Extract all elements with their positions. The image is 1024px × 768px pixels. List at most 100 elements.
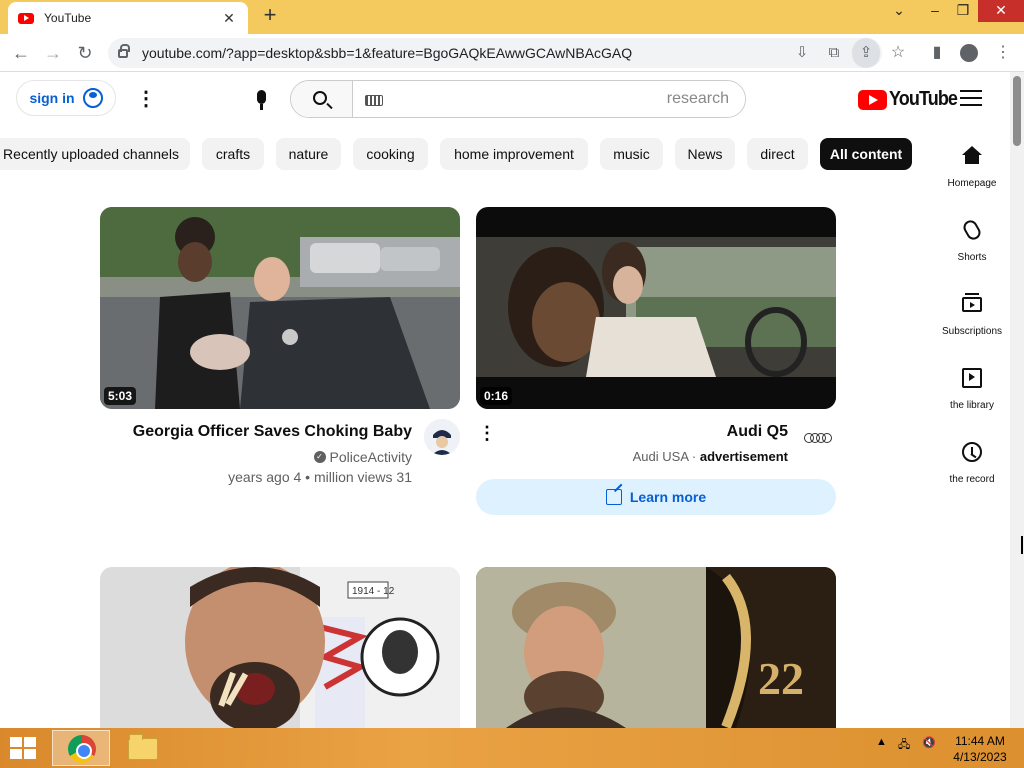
address-bar-row: ← → ↻ youtube.com/?app=desktop&sbb=1&fea… <box>0 34 1024 72</box>
external-link-icon <box>605 489 622 505</box>
restore-button[interactable]: ❐ <box>950 0 976 22</box>
clock-date: 4/13/2023 <box>953 750 1007 764</box>
side-panel-icon[interactable]: ▮ <box>924 40 950 66</box>
taskbar-chrome[interactable] <box>52 730 110 766</box>
share-icon[interactable]: ⇪ <box>852 38 880 68</box>
windows-start-icon[interactable] <box>10 737 38 761</box>
guide-item-subscriptions[interactable]: Subscriptions <box>930 278 1014 348</box>
video-card[interactable]: 5:03 Georgia Officer Saves Choking Baby … <box>100 207 460 507</box>
video-card[interactable]: 1914 - 12 <box>100 567 460 728</box>
chip-all-content[interactable]: All content <box>820 138 912 170</box>
poster-text: 1914 - 12 <box>352 586 395 597</box>
car-ad-image <box>476 207 836 409</box>
search-input[interactable] <box>353 81 745 117</box>
learn-more-button[interactable]: Learn more <box>476 479 836 515</box>
volume-muted-icon[interactable]: 🔇 <box>922 736 936 749</box>
taskbar-file-explorer[interactable] <box>114 730 172 766</box>
search-button[interactable] <box>291 81 353 117</box>
chip-recently-uploaded[interactable]: Recently uploaded channels <box>0 138 190 170</box>
tray-expand-icon[interactable]: ▲ <box>876 736 887 748</box>
tab-search-chevron-icon[interactable]: ⌄ <box>886 0 912 22</box>
guide-menu-icon[interactable] <box>960 90 982 108</box>
network-icon[interactable]: 🖧 <box>898 736 910 755</box>
youtube-logo[interactable]: YouTube <box>858 88 965 111</box>
ad-title[interactable]: Audi Q5 <box>727 423 788 441</box>
chip-direct[interactable]: direct <box>747 138 808 170</box>
library-icon <box>962 368 982 388</box>
chip-home-improvement[interactable]: home improvement <box>440 138 588 170</box>
ad-thumbnail[interactable]: 0:16 <box>476 207 836 409</box>
video-card[interactable]: 22 <box>476 567 836 728</box>
chip-news[interactable]: News <box>675 138 735 170</box>
video-title[interactable]: Georgia Officer Saves Choking Baby <box>133 423 412 441</box>
sign-in-button[interactable]: sign in <box>16 80 116 116</box>
ad-more-icon[interactable]: ⋮ <box>478 421 496 445</box>
profile-icon[interactable] <box>956 40 982 66</box>
text-cursor-icon <box>1021 536 1023 554</box>
youtube-header: sign in ⋮ YouTube <box>0 72 1010 128</box>
guide-item-library[interactable]: the library <box>930 352 1014 422</box>
chip-music[interactable]: music <box>600 138 663 170</box>
page-scrollbar[interactable] <box>1010 72 1024 728</box>
minimize-button[interactable]: – <box>922 0 948 22</box>
keyboard-icon[interactable] <box>365 95 383 106</box>
close-window-button[interactable]: ✕ <box>978 0 1024 22</box>
install-app-icon[interactable]: ⇩ <box>788 38 816 68</box>
video-thumbnail[interactable]: 5:03 <box>100 207 460 409</box>
tab-close-icon[interactable]: ✕ <box>220 10 238 27</box>
episode-number: 22 <box>758 653 804 704</box>
omnibox[interactable]: youtube.com/?app=desktop&sbb=1&feature=B… <box>108 38 882 68</box>
account-circle-icon <box>82 88 103 108</box>
back-button[interactable]: ← <box>8 40 34 66</box>
shorts-icon <box>960 217 984 243</box>
settings-more-icon[interactable]: ⋮ <box>136 86 156 112</box>
guide-item-home[interactable]: Homepage <box>930 130 1014 200</box>
ad-duration: 0:16 <box>480 387 513 405</box>
home-icon <box>962 146 982 166</box>
translate-icon[interactable]: ⧉ <box>820 38 848 68</box>
url-text[interactable]: youtube.com/?app=desktop&sbb=1&feature=B… <box>142 45 632 61</box>
tab-title: YouTube <box>44 11 92 25</box>
browser-menu-icon[interactable]: ⋮ <box>990 40 1016 66</box>
channel-name[interactable]: PoliceActivity <box>330 449 412 465</box>
video-thumbnail[interactable]: 22 <box>476 567 836 728</box>
verified-badge-icon: ✓ <box>313 451 326 463</box>
guide-label: Shorts <box>957 252 987 263</box>
channel-avatar[interactable] <box>424 419 460 455</box>
ad-card[interactable]: 0:16 ⋮ Audi Q5 Audi USA · advertisement … <box>476 207 836 517</box>
scrollbar-thumb[interactable] <box>1013 76 1021 146</box>
ad-tag: advertisement <box>699 449 788 464</box>
reload-button[interactable]: ↻ <box>72 40 98 66</box>
ad-advertiser-line: Audi USA · advertisement <box>632 449 788 464</box>
guide-label: Homepage <box>947 178 997 189</box>
taskbar-clock[interactable]: 11:44 AM 4/13/2023 <box>944 733 1016 765</box>
guide-label: Subscriptions <box>941 326 1003 337</box>
youtube-favicon-icon <box>18 12 34 24</box>
voice-search-mic-icon[interactable] <box>250 84 272 114</box>
lock-icon[interactable] <box>118 43 130 58</box>
video-meta: years ago 4 • million views 31 <box>228 469 412 485</box>
series-thumbnail-image: 22 <box>476 567 836 728</box>
guide-item-history[interactable]: the record <box>930 426 1014 496</box>
learn-more-label: Learn more <box>629 489 707 505</box>
search-icon <box>313 91 327 105</box>
forward-button[interactable]: → <box>40 40 66 66</box>
guide-item-shorts[interactable]: Shorts <box>930 204 1014 274</box>
video-channel[interactable]: ✓ PoliceActivity <box>313 449 412 465</box>
police-avatar-image <box>424 419 460 455</box>
video-thumbnail[interactable]: 1914 - 12 <box>100 567 460 728</box>
browser-tab[interactable]: YouTube ✕ <box>8 2 248 34</box>
browser-tab-strip: YouTube ✕ + ⌄ – ❐ ✕ <box>0 0 1024 34</box>
chip-crafts[interactable]: crafts <box>202 138 264 170</box>
guide-label: the record <box>949 474 995 485</box>
audi-logo-icon[interactable] <box>804 433 832 443</box>
youtube-play-logo-icon <box>858 89 887 110</box>
sign-in-label: sign in <box>29 90 75 106</box>
chip-nature[interactable]: nature <box>276 138 341 170</box>
video-duration: 5:03 <box>104 387 137 405</box>
folder-icon <box>128 734 158 760</box>
chip-cooking[interactable]: cooking <box>353 138 428 170</box>
police-thumbnail-image <box>100 207 460 409</box>
new-tab-button[interactable]: + <box>258 4 282 28</box>
bookmark-star-icon[interactable]: ☆ <box>885 40 911 66</box>
